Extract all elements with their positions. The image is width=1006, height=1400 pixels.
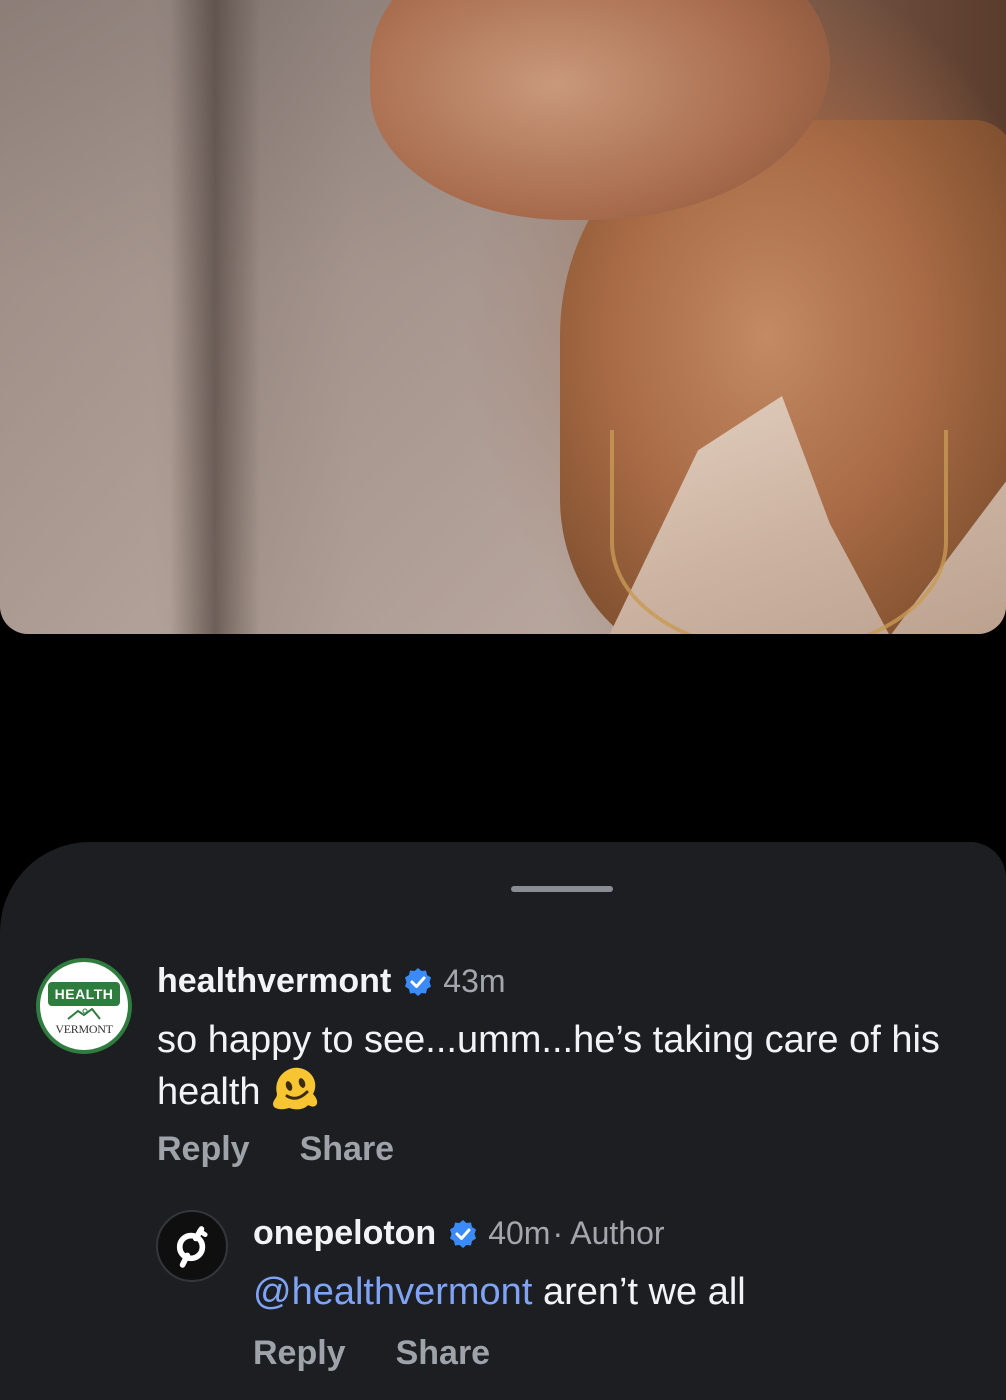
video-subject-chain [610,430,948,634]
avatar-onepeloton[interactable] [156,1210,228,1282]
verified-badge-icon [450,1219,477,1248]
reply-actions: Reply Share [253,1334,490,1373]
avatar-healthvermont[interactable]: HEALTH VERMONT [36,958,132,1054]
sheet-drag-handle[interactable] [511,886,613,892]
share-button[interactable]: Share [300,1130,395,1169]
avatar-logo-top-text: HEALTH [48,982,120,1006]
video-background-pillar [170,0,260,634]
reply-button[interactable]: Reply [157,1130,250,1169]
reply-text: aren’t we all [532,1271,746,1313]
page: HEALTH VERMONT healthvermont 43m so happ… [0,0,1006,1400]
verified-badge-icon [405,967,432,996]
avatar-logo-bottom-text: VERMONT [55,1022,113,1036]
reply-timestamp: 40m [488,1215,551,1251]
reply-body: @healthvermont aren’t we all [253,1268,973,1316]
video-frame[interactable] [0,0,1006,634]
comment-header: healthvermont 43m [157,962,506,1001]
share-button[interactable]: Share [396,1334,491,1373]
reply-button[interactable]: Reply [253,1334,346,1373]
peloton-logo-icon [176,1226,208,1268]
reply-header: onepeloton 40m · Author [253,1214,665,1253]
melting-face-emoji-icon [272,1067,317,1110]
reply-username[interactable]: onepeloton [253,1214,436,1253]
author-label: · Author [552,1215,665,1251]
comments-sheet [0,842,1006,1400]
comment-body: so happy to see...umm...he’s taking care… [157,1016,957,1116]
mention-link[interactable]: @healthvermont [253,1271,532,1313]
comment-username[interactable]: healthvermont [157,962,391,1001]
comment-actions: Reply Share [157,1130,394,1169]
mountain-icon [67,1008,101,1020]
comment-timestamp: 43m [443,963,506,999]
